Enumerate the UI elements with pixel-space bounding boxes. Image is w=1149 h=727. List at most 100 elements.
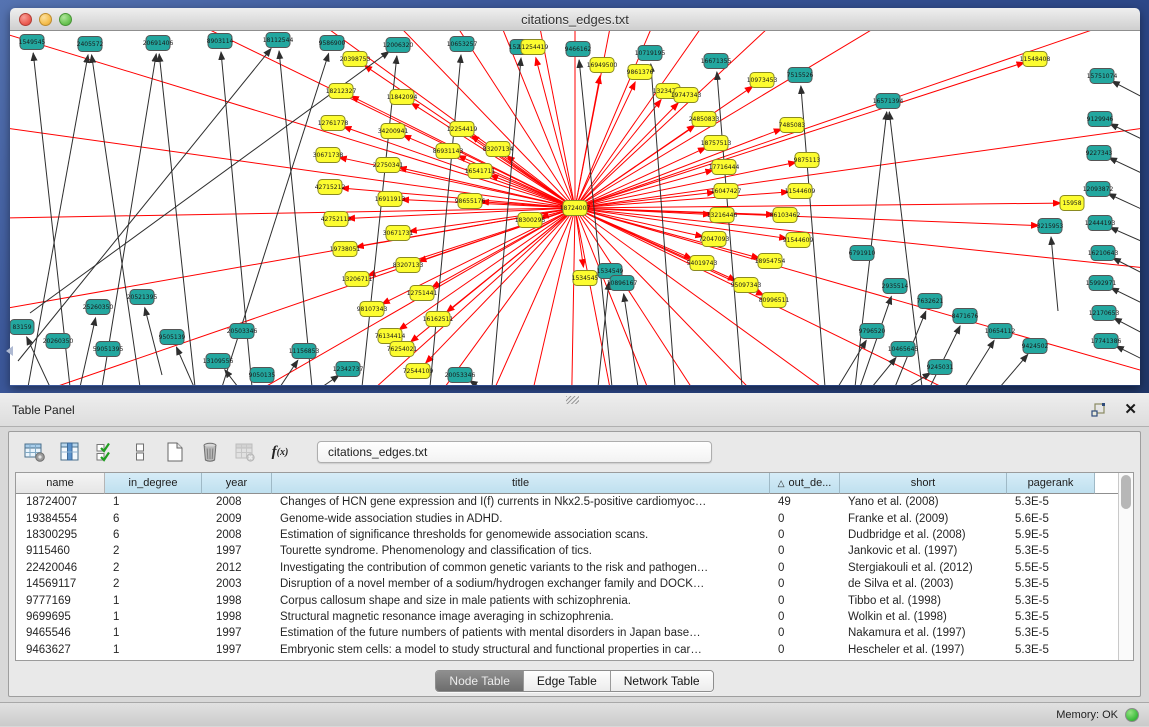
minimize-window-button[interactable]	[39, 13, 52, 26]
delete-table-icon[interactable]	[233, 440, 257, 464]
graph-node[interactable]: 10973453	[747, 73, 778, 88]
select-columns-icon[interactable]	[93, 440, 117, 464]
graph-node[interactable]: 10719195	[635, 46, 666, 61]
table-row[interactable]: 946554611997Estimation of the future num…	[16, 625, 1118, 641]
graph-node[interactable]: 30671738	[313, 148, 344, 163]
graph-node[interactable]: 18757513	[701, 136, 732, 151]
column-header[interactable]: △out_de...	[770, 473, 840, 494]
graph-node[interactable]: 1549545	[19, 35, 46, 50]
graph-node[interactable]: 42752112	[321, 212, 352, 227]
graph-node[interactable]: 16541711	[465, 164, 496, 179]
graph-node[interactable]: 83159	[10, 320, 34, 335]
graph-node[interactable]: 20053346	[445, 368, 476, 383]
graph-node[interactable]: 7632621	[917, 294, 944, 309]
delete-icon[interactable]	[198, 440, 222, 464]
graph-node[interactable]: 8903114	[207, 34, 234, 49]
graph-node[interactable]: 24850833	[689, 112, 720, 127]
graph-node[interactable]: 15992971	[1086, 276, 1117, 291]
graph-node[interactable]: 86103462	[770, 208, 801, 223]
column-header[interactable]: year	[202, 473, 272, 494]
row-height-icon[interactable]	[128, 440, 152, 464]
graph-node[interactable]: 98655176	[455, 194, 486, 209]
table-settings-icon[interactable]	[23, 440, 47, 464]
zoom-window-button[interactable]	[59, 13, 72, 26]
graph-node[interactable]: 12170653	[1089, 306, 1120, 321]
graph-node[interactable]: 76254021	[387, 342, 418, 357]
table-select-dropdown[interactable]: citations_edges.txt	[317, 441, 712, 463]
column-header[interactable]: short	[840, 473, 1007, 494]
graph-node[interactable]: 12444193	[1085, 216, 1116, 231]
graph-node[interactable]: 18300295	[515, 213, 546, 228]
graph-node[interactable]: 9050135	[249, 368, 276, 383]
graph-node[interactable]: 12006320	[383, 38, 414, 53]
memory-status-dot[interactable]	[1125, 708, 1139, 722]
graph-node[interactable]: 6791910	[849, 246, 876, 261]
graph-node[interactable]: 12751441	[407, 286, 438, 301]
graph-node[interactable]: 16162511	[423, 312, 454, 327]
new-document-icon[interactable]	[163, 440, 187, 464]
graph-node[interactable]: 17741386	[1091, 334, 1122, 349]
graph-node[interactable]: 91544609	[783, 233, 814, 248]
graph-node[interactable]: 22750341	[373, 158, 404, 173]
graph-node[interactable]: 13216446	[707, 208, 738, 223]
graph-node[interactable]: 12342737	[333, 362, 364, 377]
graph-node[interactable]: 8471676	[952, 309, 979, 324]
graph-node[interactable]: 25260350	[83, 300, 114, 315]
table-row[interactable]: 1938455462009Genome-wide association stu…	[16, 510, 1118, 526]
graph-node[interactable]: 95097343	[731, 278, 762, 293]
tab-node-table[interactable]: Node Table	[436, 671, 523, 691]
graph-node[interactable]: 20521395	[127, 290, 158, 305]
graph-node[interactable]: 15751074	[1087, 69, 1118, 84]
graph-node[interactable]: 7515526	[787, 68, 814, 83]
graph-node[interactable]: 11544609	[785, 184, 816, 199]
graph-node[interactable]: 13109556	[203, 354, 234, 369]
float-window-icon[interactable]	[1086, 398, 1110, 422]
column-header[interactable]: title	[272, 473, 770, 494]
graph-node[interactable]: 9466162	[565, 42, 592, 57]
table-scrollbar-thumb[interactable]	[1121, 475, 1131, 509]
graph-node[interactable]: 18954754	[755, 254, 786, 269]
graph-node[interactable]: 17716444	[709, 160, 740, 175]
graph-node[interactable]: 80996511	[759, 293, 790, 308]
graph-node[interactable]: 11548408	[1020, 52, 1051, 67]
graph-node[interactable]: 12761778	[318, 116, 349, 131]
graph-node[interactable]: 20398753	[340, 52, 371, 67]
table-row[interactable]: 977716911998Corpus callosum shape and si…	[16, 592, 1118, 608]
graph-node[interactable]: 20503346	[227, 324, 258, 339]
column-header[interactable]: in_degree	[105, 473, 202, 494]
graph-node[interactable]: 9227343	[1086, 146, 1113, 161]
table-row[interactable]: 969969511998Structural magnetic resonanc…	[16, 609, 1118, 625]
graph-node[interactable]: 42715212	[315, 180, 346, 195]
graph-node[interactable]: 83207134	[483, 142, 514, 157]
graph-node[interactable]: 20691406	[143, 36, 174, 51]
graph-node[interactable]: 7485083	[779, 118, 806, 133]
graph-node[interactable]: 98107343	[357, 302, 388, 317]
table-scrollbar[interactable]	[1118, 473, 1133, 660]
graph-node[interactable]: 13206711	[342, 272, 373, 287]
splitter-grip[interactable]	[566, 396, 579, 404]
graph-node[interactable]: 18724007	[560, 201, 591, 216]
graph-node[interactable]: 30671731	[383, 226, 414, 241]
window-titlebar[interactable]: citations_edges.txt	[10, 8, 1140, 31]
graph-node[interactable]: 16210643	[1088, 246, 1119, 261]
graph-node[interactable]: 10653257	[447, 37, 478, 52]
graph-node[interactable]: 11842094	[387, 90, 418, 105]
graph-node[interactable]: 72544109	[403, 364, 434, 379]
graph-node[interactable]: 9505139	[159, 330, 186, 345]
graph-node[interactable]: 2405572	[77, 37, 104, 52]
network-canvas[interactable]: 1549545240557220691406890311418112544958…	[10, 31, 1140, 385]
table-row[interactable]: 946362711997Embryonic stem cells: a mode…	[16, 642, 1118, 658]
graph-node[interactable]: 83207133	[393, 258, 424, 273]
graph-node[interactable]: 1534545	[572, 271, 599, 286]
graph-node[interactable]: 18212327	[326, 84, 357, 99]
table-row[interactable]: 2242004622012Investigating the contribut…	[16, 560, 1118, 576]
graph-node[interactable]: 9861376	[627, 65, 654, 80]
graph-node[interactable]: 10654112	[985, 324, 1016, 339]
graph-node[interactable]: 19747343	[671, 88, 702, 103]
graph-node[interactable]: 9245031	[927, 360, 954, 375]
graph-node[interactable]: 86931143	[433, 144, 464, 159]
graph-node[interactable]: 12254419	[447, 122, 478, 137]
close-window-button[interactable]	[19, 13, 32, 26]
tab-edge-table[interactable]: Edge Table	[523, 671, 610, 691]
show-column-icon[interactable]	[58, 440, 82, 464]
